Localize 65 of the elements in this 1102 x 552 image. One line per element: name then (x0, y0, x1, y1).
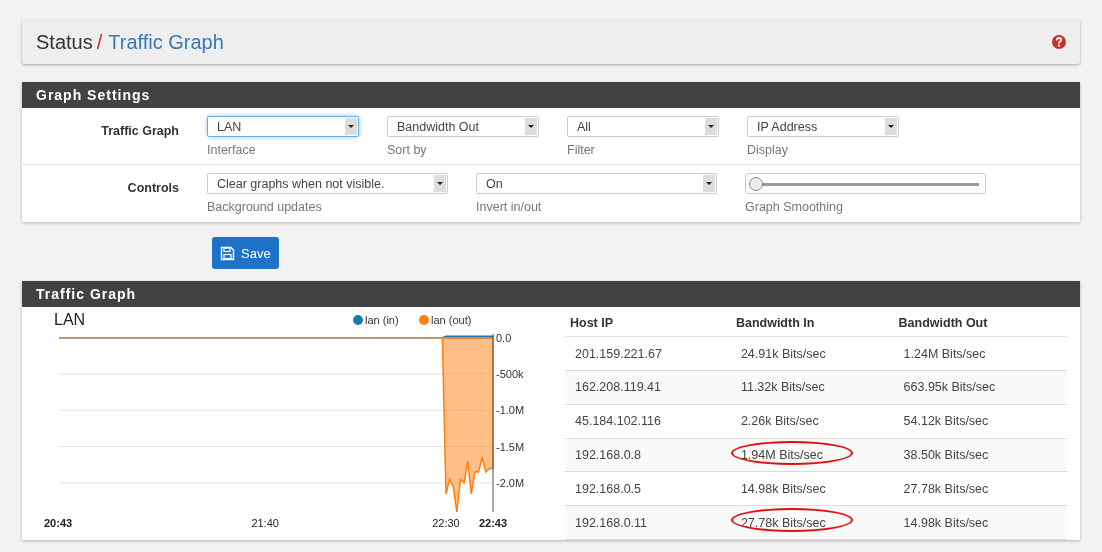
column-header: Bandwidth Out (893, 309, 1067, 337)
table-cell: 1.24M Bits/sec (893, 336, 1067, 371)
table-cell: 11.32k Bits/sec (730, 370, 894, 405)
x-tick-label: 21:40 (251, 517, 279, 529)
graph-title: LAN (54, 311, 86, 328)
dropdown[interactable]: LAN (207, 116, 359, 137)
table-cell: 27.78k Bits/sec (730, 505, 894, 540)
dropdown-caret-icon (885, 118, 897, 135)
slider-thumb[interactable] (749, 177, 763, 191)
table-cell: 1.94M Bits/sec (730, 438, 894, 472)
dropdown[interactable]: Clear graphs when not visible. (207, 173, 448, 194)
breadcrumb-section[interactable]: Status (36, 30, 93, 54)
legend-label: lan (out) (431, 314, 472, 326)
table-cell: 45.184.102.116 (565, 404, 731, 439)
dropdown[interactable]: All (567, 116, 719, 137)
x-tick-label: 22:30 (432, 517, 460, 529)
help-text: Invert in/out (476, 200, 543, 214)
help-text: Display (747, 143, 789, 157)
table-cell: 663.95k Bits/sec (893, 370, 1067, 405)
panel-header: Graph Settings (22, 82, 1080, 108)
smoothing-slider[interactable] (745, 173, 986, 194)
x-tick-label: 20:43 (44, 517, 73, 529)
column-header: Host IP (565, 309, 731, 337)
table-cell: 162.208.119.41 (565, 370, 731, 405)
breadcrumb-separator: / (96, 30, 103, 54)
dropdown[interactable]: IP Address (747, 116, 899, 137)
dropdown[interactable]: On (476, 173, 717, 194)
table-cell: 38.50k Bits/sec (893, 438, 1067, 472)
dropdown-caret-icon (345, 118, 357, 135)
y-tick-label: -500k (496, 367, 524, 380)
page-title: Traffic Graph (108, 30, 224, 54)
table-cell: 192.168.0.8 (565, 438, 731, 472)
table-cell: 192.168.0.11 (565, 505, 731, 540)
y-tick-label: -1.5M (496, 440, 525, 453)
panel-header: Traffic Graph (22, 281, 1080, 307)
table-cell: 54.12k Bits/sec (893, 404, 1067, 439)
table-cell: 27.78k Bits/sec (893, 471, 1067, 506)
row-label: Traffic Graph (100, 123, 179, 140)
table-cell: 2.26k Bits/sec (730, 404, 894, 439)
x-tick-label: 22:43 (478, 517, 508, 529)
table-cell: 24.91k Bits/sec (730, 336, 894, 371)
y-tick-label: -2.0M (496, 476, 525, 489)
table-cell: 14.98k Bits/sec (730, 471, 894, 506)
legend-label: lan (in) (365, 314, 399, 326)
help-text: Background updates (207, 200, 323, 214)
dropdown-caret-icon (525, 118, 537, 135)
dropdown-caret-icon (703, 175, 715, 192)
table-cell: 14.98k Bits/sec (893, 505, 1067, 540)
legend-dot (353, 315, 363, 325)
dropdown-caret-icon (705, 118, 717, 135)
help-icon[interactable] (1052, 35, 1066, 49)
table-cell: 192.168.0.5 (565, 471, 731, 506)
help-text: Filter (567, 143, 596, 157)
dropdown-caret-icon (434, 175, 446, 192)
y-tick-label: -1.0M (496, 404, 525, 417)
row-label: Controls (126, 180, 179, 197)
save-button[interactable]: Save (212, 237, 279, 269)
legend-dot (419, 315, 429, 325)
help-text: Interface (207, 143, 257, 157)
dropdown[interactable]: Bandwidth Out (387, 116, 539, 137)
y-tick-label: 0.0 (496, 331, 512, 344)
help-text: Graph Smoothing (745, 200, 844, 214)
table-cell: 201.159.221.67 (565, 336, 731, 371)
help-text: Sort by (387, 143, 428, 157)
column-header: Bandwidth In (730, 309, 894, 337)
